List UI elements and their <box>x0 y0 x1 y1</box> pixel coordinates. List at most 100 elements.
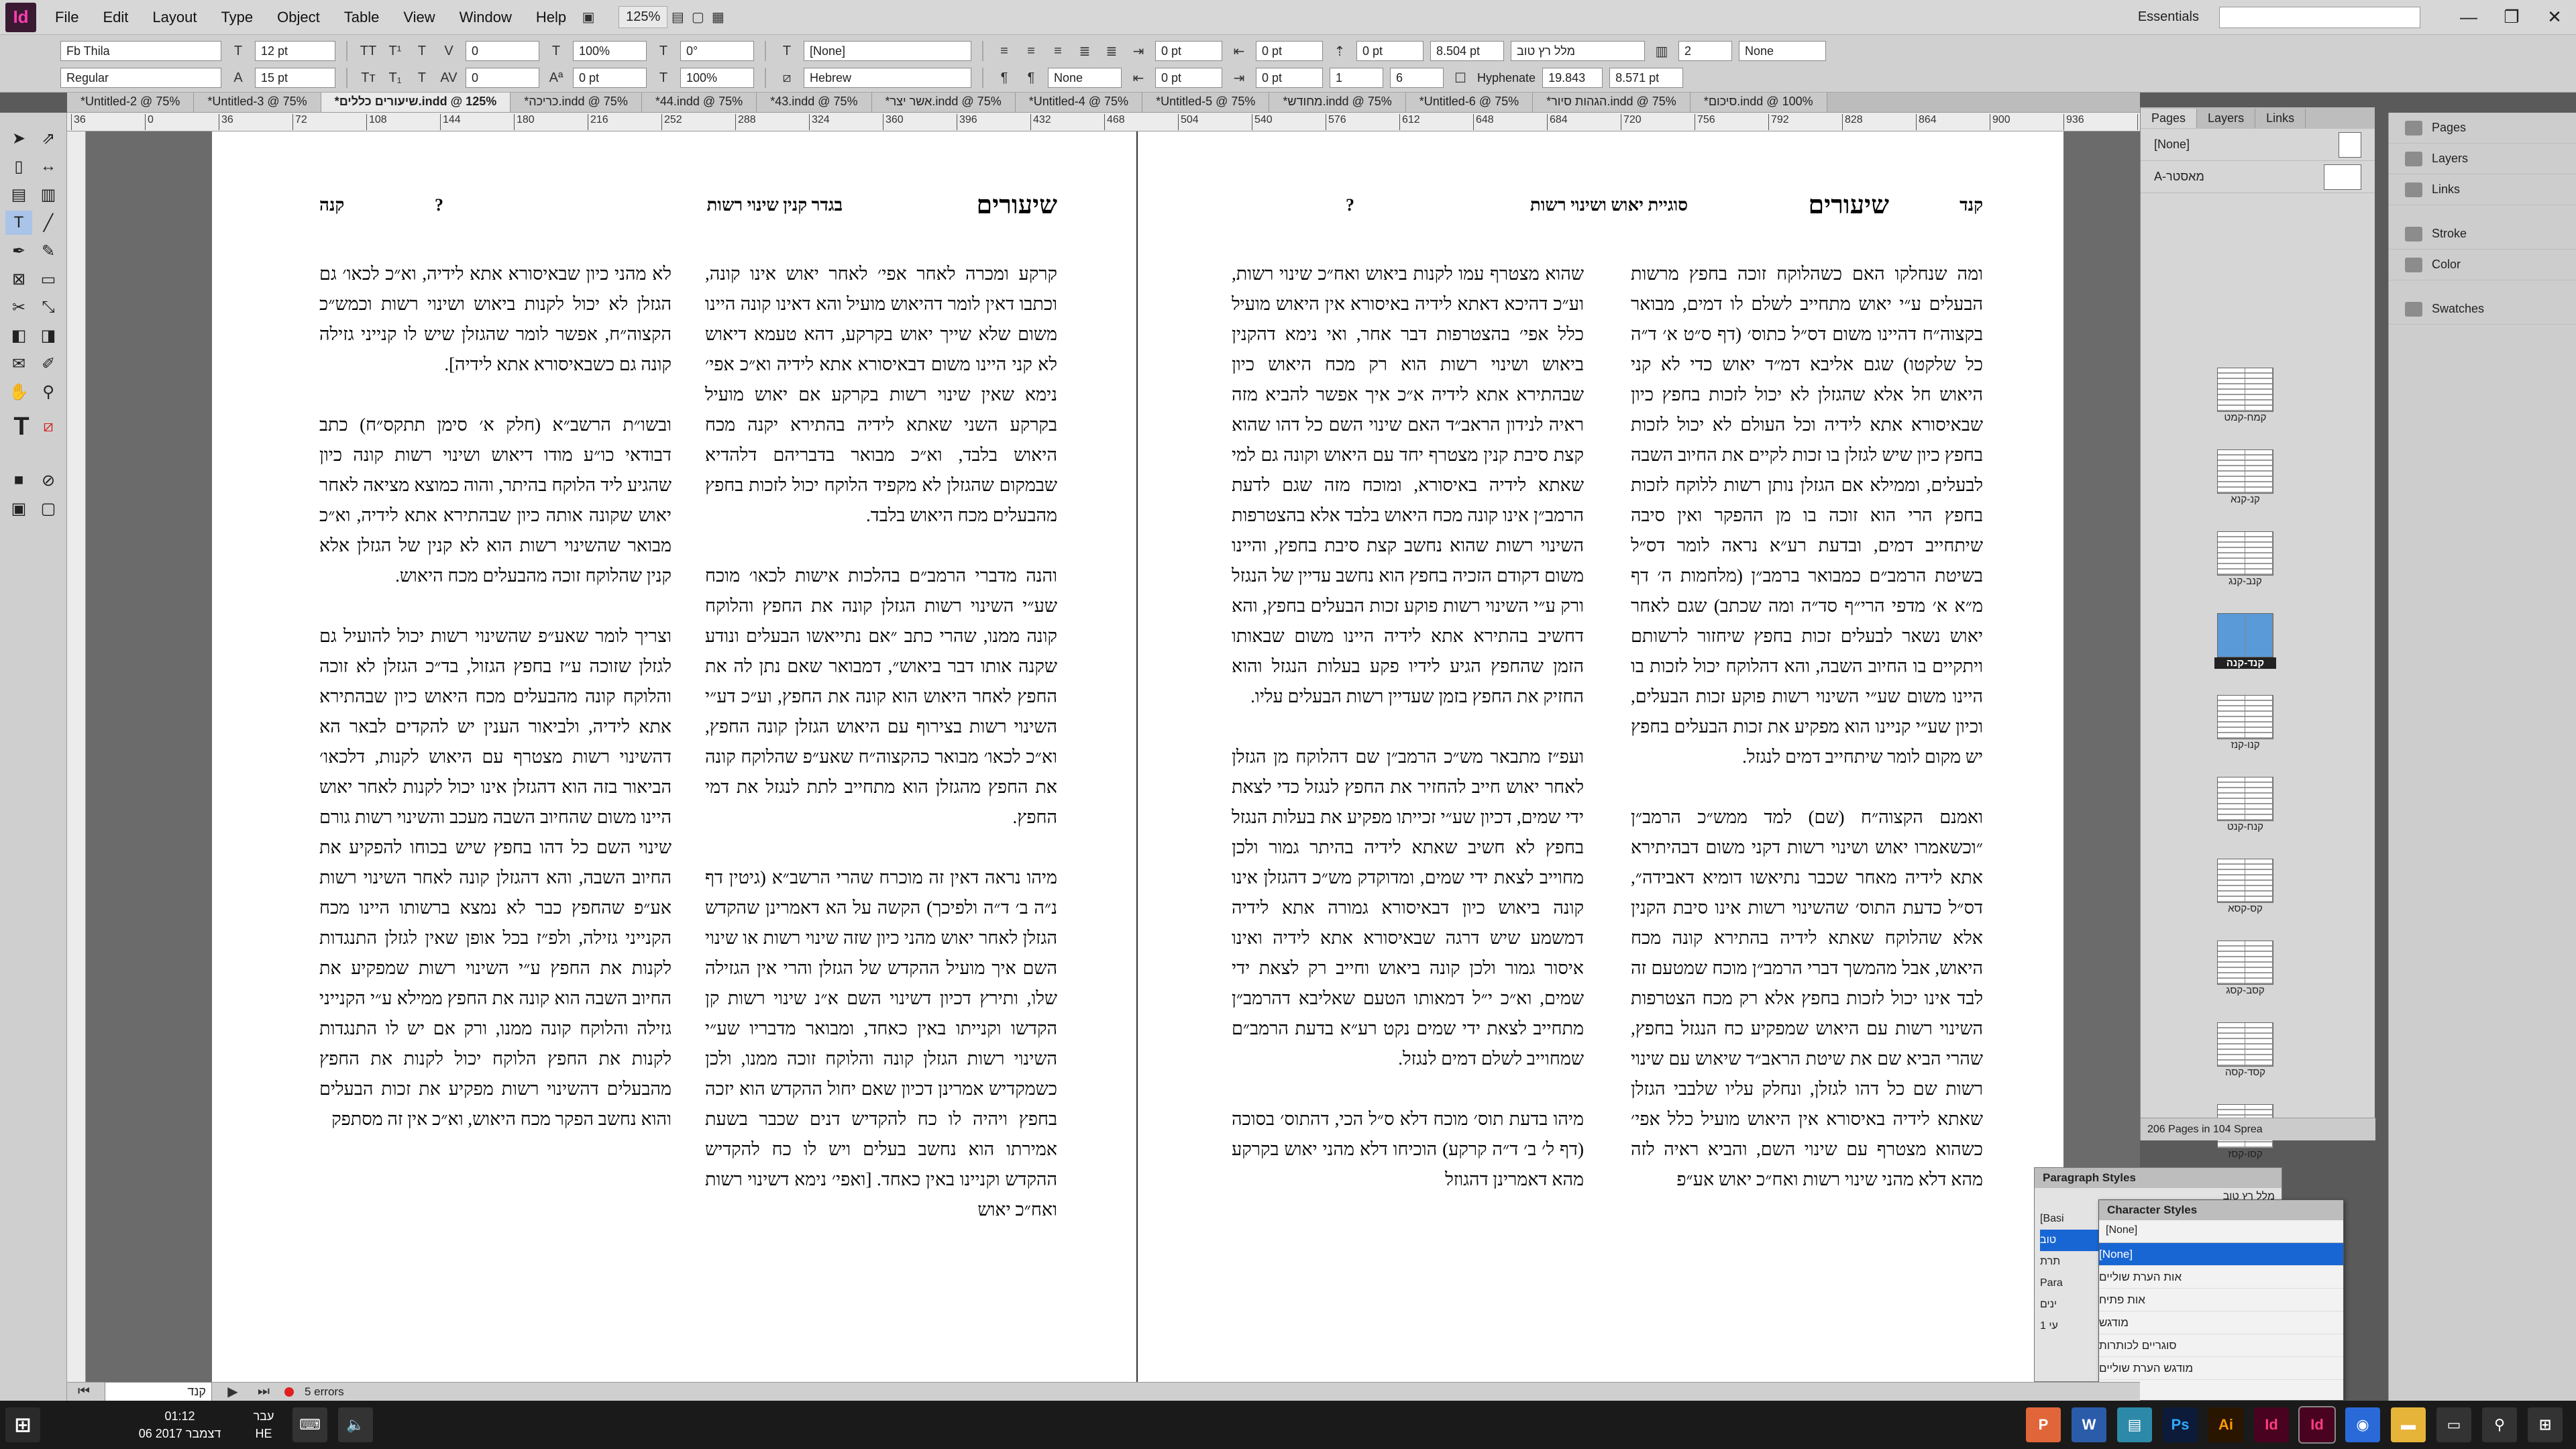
rtl-direction-icon[interactable]: ¶ <box>994 68 1014 88</box>
free-transform-tool-icon[interactable]: ⤡ <box>35 295 62 319</box>
zoom-tool-icon[interactable]: ⚲ <box>35 380 62 404</box>
rectangle-frame-tool-icon[interactable]: ⊠ <box>5 267 32 291</box>
screen-mode-icon[interactable]: ▢ <box>688 7 708 28</box>
character-style-item[interactable]: אות פתיח <box>2099 1289 2343 1311</box>
language-field[interactable]: Hebrew <box>804 68 971 88</box>
leading-field[interactable]: 15 pt <box>255 68 335 88</box>
character-style-item-selected[interactable]: [None] <box>2099 1243 2343 1266</box>
master-none[interactable]: [None] <box>2141 129 2375 161</box>
page-spread[interactable]: קנב-קנג <box>2214 531 2276 587</box>
text-column-right[interactable]: קרקע ומכרה לאחר אפי׳ לאחר יאוש אינו קונה… <box>705 259 1057 1326</box>
content-placer-icon[interactable]: ▥ <box>35 182 62 207</box>
alignment-none-field[interactable]: None <box>1048 68 1122 88</box>
file-app-icon[interactable]: P <box>2026 1407 2061 1442</box>
tab-layers[interactable]: Layers <box>2197 108 2256 128</box>
doc-tab[interactable]: *Untitled-2 @ 75% <box>67 93 195 112</box>
normal-mode-icon[interactable]: ▣ <box>5 496 32 521</box>
kerning-field[interactable]: 0 <box>466 41 539 61</box>
volume-icon[interactable]: 🔈 <box>338 1407 373 1442</box>
zoom-level[interactable]: 125% <box>619 6 668 28</box>
page-spread[interactable]: קמח-קמט <box>2214 368 2276 423</box>
menu-file[interactable]: File <box>43 9 91 26</box>
gap-tool-icon[interactable]: ↔ <box>35 154 62 178</box>
pen-tool-icon[interactable]: ✒ <box>5 239 32 263</box>
indesign-icon[interactable]: Id <box>2254 1407 2289 1442</box>
chrome-icon[interactable]: ◉ <box>2345 1407 2380 1442</box>
panel-color-button[interactable]: Color <box>2389 250 2576 280</box>
selection-tool-icon[interactable]: ➤ <box>5 126 32 150</box>
indesign-active-icon[interactable]: Id <box>2298 1406 2336 1444</box>
font-size-field[interactable]: 12 pt <box>255 41 335 61</box>
column-width-field[interactable]: 19.843 <box>1542 68 1603 88</box>
pencil-tool-icon[interactable]: ✎ <box>35 239 62 263</box>
doc-tab[interactable]: *Untitled-3 @ 75% <box>194 93 321 112</box>
align-left-icon[interactable]: ≡ <box>994 41 1014 61</box>
character-style-field[interactable]: [None] <box>804 41 971 61</box>
left-page[interactable]: שיעורים בגדר קנין שינוי רשות ? קנה קרקע … <box>212 131 1138 1382</box>
workspace-switcher[interactable]: Essentials <box>2138 9 2199 25</box>
paragraph-style-field[interactable]: מלל רץ טוב <box>1511 41 1645 61</box>
explorer-icon[interactable]: ▬ <box>2391 1407 2426 1442</box>
note-tool-icon[interactable]: ✉ <box>5 352 32 376</box>
content-collector-icon[interactable]: ▤ <box>5 182 32 207</box>
master-a[interactable]: A-מאסטר <box>2141 161 2375 193</box>
columns-field[interactable]: 2 <box>1678 41 1732 61</box>
rectangle-tool-icon[interactable]: ▭ <box>35 267 62 291</box>
font-style-field[interactable]: Regular <box>60 68 221 88</box>
strikethrough-icon[interactable]: T <box>412 68 432 88</box>
menu-type[interactable]: Type <box>209 9 265 26</box>
doc-tab[interactable]: *44.indd @ 75% <box>641 93 757 112</box>
next-page-icon[interactable]: ▶ <box>223 1382 243 1402</box>
text-column-right[interactable]: ומה שנחלקו האם כשהלוקח זוכה בחפץ מרשות ה… <box>1631 259 1983 1326</box>
page-spread[interactable]: קסב-קסג <box>2214 941 2276 996</box>
underline-icon[interactable]: T <box>412 41 432 61</box>
system-clock[interactable]: 01:12 06 דצמבר 2017 <box>119 1407 240 1442</box>
start-icon[interactable]: ⊞ <box>5 1407 40 1442</box>
stroke-swatch-icon[interactable]: ⧄ <box>35 415 62 439</box>
menu-layout[interactable]: Layout <box>140 9 209 26</box>
input-language[interactable]: עבר HE <box>240 1407 287 1442</box>
keyboard-icon[interactable]: ⌨ <box>292 1407 327 1442</box>
align-center-icon[interactable]: ≡ <box>1021 41 1041 61</box>
gutter-field[interactable]: 8.571 pt <box>1609 68 1684 88</box>
search-icon[interactable]: ⚲ <box>2482 1407 2517 1442</box>
page-number-field[interactable]: קנד <box>105 1381 212 1402</box>
horizontal-scale-field[interactable]: 100% <box>680 68 754 88</box>
menu-object[interactable]: Object <box>265 9 332 26</box>
font-family-field[interactable]: Fb Thila <box>60 41 221 61</box>
first-page-icon[interactable]: ⏮ <box>74 1382 94 1402</box>
preflight-errors[interactable]: 5 errors <box>305 1385 344 1399</box>
gradient-tool-icon[interactable]: ◧ <box>5 323 32 347</box>
scissors-tool-icon[interactable]: ✂ <box>5 295 32 319</box>
space-before-field[interactable]: 0 pt <box>1356 41 1424 61</box>
gradient-feather-tool-icon[interactable]: ◨ <box>35 323 62 347</box>
menu-help[interactable]: Help <box>524 9 578 26</box>
subscript-icon[interactable]: T₁ <box>385 68 405 88</box>
skew-field[interactable]: 0° <box>680 41 754 61</box>
first-line-indent-field[interactable]: 0 pt <box>1256 41 1323 61</box>
panel-layers-button[interactable]: Layers <box>2389 144 2576 174</box>
page-tool-icon[interactable]: ▯ <box>5 154 32 178</box>
last-page-icon[interactable]: ⏭ <box>254 1382 274 1402</box>
dropcap-chars-field[interactable]: 6 <box>1390 68 1444 88</box>
tab-links[interactable]: Links <box>2255 108 2306 128</box>
stroke-text-icon[interactable]: ⧄ <box>777 68 797 88</box>
word-icon[interactable]: W <box>2072 1407 2106 1442</box>
superscript-icon[interactable]: T¹ <box>385 41 405 61</box>
bridge-icon[interactable]: ▣ <box>578 7 598 28</box>
direct-selection-tool-icon[interactable]: ⇗ <box>35 126 62 150</box>
menu-edit[interactable]: Edit <box>91 9 140 26</box>
hand-tool-icon[interactable]: ✋ <box>5 380 32 404</box>
doc-tab[interactable]: *סיכום.indd @ 100% <box>1690 93 1827 112</box>
menu-view[interactable]: View <box>391 9 447 26</box>
menu-table[interactable]: Table <box>332 9 392 26</box>
doc-tab[interactable]: *Untitled-6 @ 75% <box>1405 93 1534 112</box>
page-spread[interactable]: קנו-קנז <box>2214 695 2276 751</box>
page-spread[interactable]: קסד-קסה <box>2214 1022 2276 1078</box>
last-line-indent-field[interactable]: 0 pt <box>1256 68 1323 88</box>
view-options-icon[interactable]: ▤ <box>667 7 688 28</box>
preview-mode-icon[interactable]: ▢ <box>35 496 62 521</box>
baseline-shift-field[interactable]: 0 pt <box>573 68 647 88</box>
text-column-left[interactable]: לא מהני כיון שבאיסורא אתא לידיה, וא״כ לכ… <box>319 259 672 1326</box>
small-caps-icon[interactable]: Tт <box>358 68 378 88</box>
